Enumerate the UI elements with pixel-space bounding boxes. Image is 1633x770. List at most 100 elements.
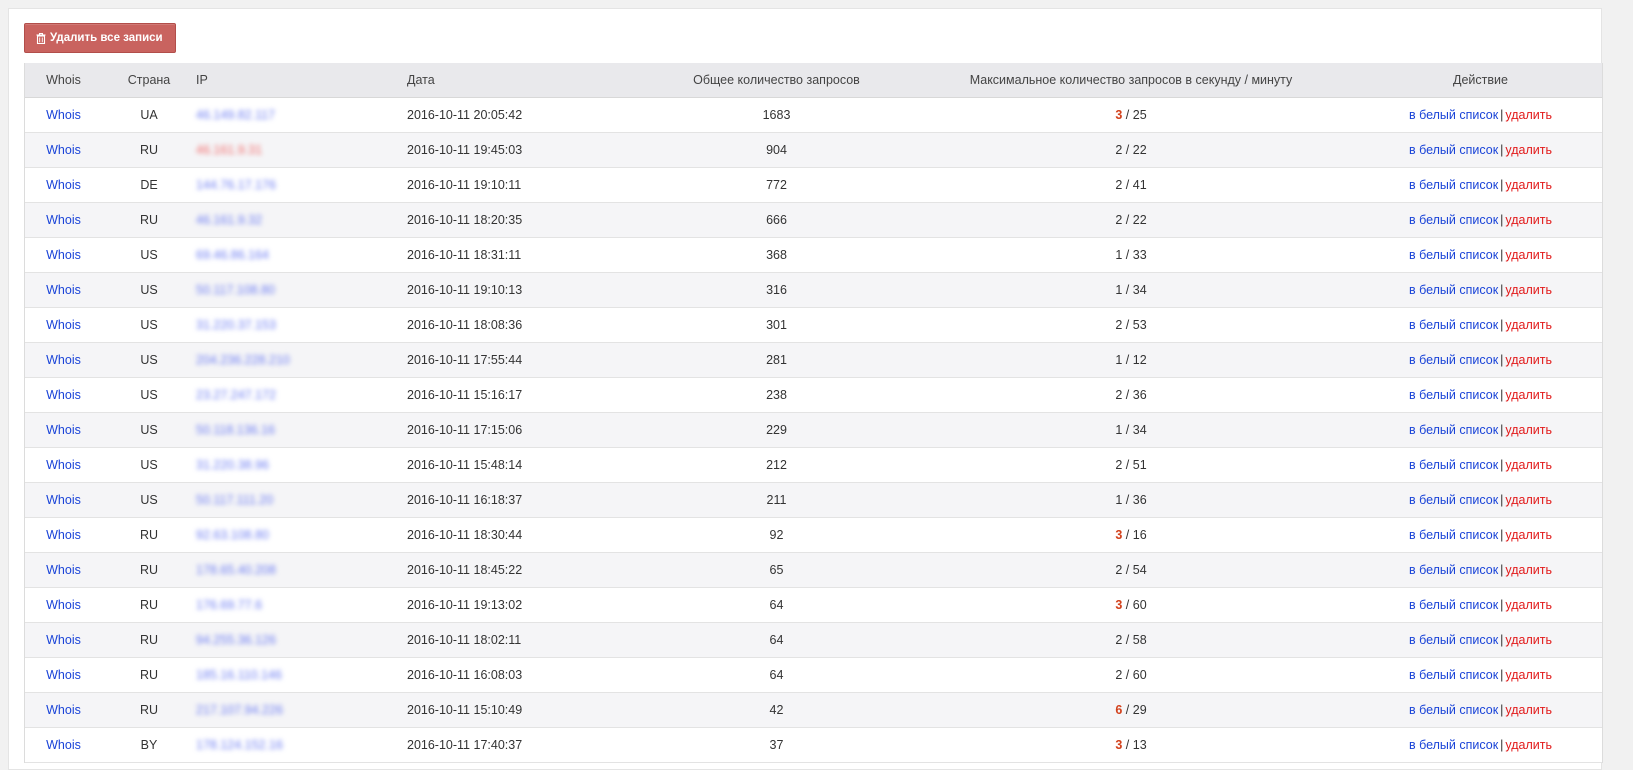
whitelist-link[interactable]: в белый список (1409, 353, 1498, 367)
table-row: Whois RU 92.63.108.80 2016-10-11 18:30:44 92… (25, 517, 1602, 553)
whois-link[interactable]: Whois (46, 493, 81, 507)
delete-link[interactable]: удалить (1505, 318, 1552, 332)
ip-link[interactable]: 94.255.36.126 (196, 633, 276, 647)
per-minute-value: 25 (1132, 107, 1147, 122)
whois-link[interactable]: Whois (46, 318, 81, 332)
action-cell: в белый список | удалить (1359, 552, 1602, 588)
whois-link[interactable]: Whois (46, 458, 81, 472)
whitelist-link[interactable]: в белый список (1409, 563, 1498, 577)
whitelist-link[interactable]: в белый список (1409, 493, 1498, 507)
country-cell: RU (102, 202, 196, 238)
whitelist-link[interactable]: в белый список (1409, 703, 1498, 717)
delete-link[interactable]: удалить (1505, 353, 1552, 367)
delete-link[interactable]: удалить (1505, 633, 1552, 647)
whitelist-link[interactable]: в белый список (1409, 178, 1498, 192)
delete-link[interactable]: удалить (1505, 668, 1552, 682)
action-cell: в белый список | удалить (1359, 727, 1602, 763)
delete-link[interactable]: удалить (1505, 493, 1552, 507)
ip-link[interactable]: 50.117.111.20 (196, 493, 273, 507)
whois-link[interactable]: Whois (46, 213, 81, 227)
ip-link[interactable]: 217.107.94.226 (196, 703, 283, 717)
delete-link[interactable]: удалить (1505, 598, 1552, 612)
whois-link[interactable]: Whois (46, 143, 81, 157)
whois-link[interactable]: Whois (46, 283, 81, 297)
whitelist-link[interactable]: в белый список (1409, 388, 1498, 402)
whois-cell: Whois (25, 377, 102, 413)
whois-link[interactable]: Whois (46, 598, 81, 612)
max-separator: / (1125, 457, 1130, 472)
whitelist-link[interactable]: в белый список (1409, 143, 1498, 157)
max-separator: / (1125, 422, 1130, 437)
delete-link[interactable]: удалить (1505, 703, 1552, 717)
ip-link[interactable]: 69.46.86.164 (196, 248, 269, 262)
date-cell: 2016-10-11 17:15:06 (407, 412, 650, 448)
delete-link[interactable]: удалить (1505, 738, 1552, 752)
whois-link[interactable]: Whois (46, 108, 81, 122)
whitelist-link[interactable]: в белый список (1409, 458, 1498, 472)
whitelist-link[interactable]: в белый список (1409, 213, 1498, 227)
whitelist-link[interactable]: в белый список (1409, 318, 1498, 332)
ip-link[interactable]: 185.16.110.146 (196, 668, 282, 682)
whois-link[interactable]: Whois (46, 423, 81, 437)
ip-link[interactable]: 23.27.247.172 (196, 388, 276, 402)
ip-link[interactable]: 50.118.136.16 (196, 423, 275, 437)
whitelist-link[interactable]: в белый список (1409, 633, 1498, 647)
ip-link[interactable]: 46.161.9.31 (196, 143, 262, 157)
whitelist-link[interactable]: в белый список (1409, 598, 1498, 612)
delete-link[interactable]: удалить (1505, 458, 1552, 472)
whois-link[interactable]: Whois (46, 668, 81, 682)
ip-link[interactable]: 31.220.37.153 (196, 318, 276, 332)
whitelist-link[interactable]: в белый список (1409, 108, 1498, 122)
delete-link[interactable]: удалить (1505, 178, 1552, 192)
ip-link[interactable]: 46.161.9.32 (196, 213, 262, 227)
action-cell: в белый список | удалить (1359, 342, 1602, 378)
table-row: Whois RU 185.16.110.146 2016-10-11 16:08:03… (25, 657, 1602, 693)
ip-link[interactable]: 46.149.82.117 (196, 108, 275, 122)
delete-link[interactable]: удалить (1505, 563, 1552, 577)
whitelist-link[interactable]: в белый список (1409, 528, 1498, 542)
date-cell: 2016-10-11 17:55:44 (407, 342, 650, 378)
header-country: Страна (102, 63, 196, 98)
whois-cell: Whois (25, 552, 102, 588)
whitelist-link[interactable]: в белый список (1409, 283, 1498, 297)
whois-link[interactable]: Whois (46, 248, 81, 262)
delete-link[interactable]: удалить (1505, 283, 1552, 297)
delete-link[interactable]: удалить (1505, 143, 1552, 157)
per-second-value: 3 (1115, 527, 1123, 542)
max-requests-cell: 6 / 29 (903, 692, 1359, 728)
whois-link[interactable]: Whois (46, 563, 81, 577)
whois-cell: Whois (25, 307, 102, 343)
total-requests-cell: 281 (650, 342, 903, 378)
delete-link[interactable]: удалить (1505, 108, 1552, 122)
ip-link[interactable]: 176.69.77.6 (196, 598, 262, 612)
whitelist-link[interactable]: в белый список (1409, 668, 1498, 682)
per-second-value: 2 (1115, 142, 1123, 157)
whois-link[interactable]: Whois (46, 353, 81, 367)
ip-link[interactable]: 204.236.228.210 (196, 353, 290, 367)
delete-link[interactable]: удалить (1505, 248, 1552, 262)
delete-all-button[interactable]: Удалить все записи (24, 23, 176, 53)
whois-link[interactable]: Whois (46, 528, 81, 542)
whitelist-link[interactable]: в белый список (1409, 248, 1498, 262)
ip-link[interactable]: 144.76.17.176 (196, 178, 276, 192)
per-minute-value: 36 (1132, 387, 1147, 402)
delete-link[interactable]: удалить (1505, 423, 1552, 437)
whois-link[interactable]: Whois (46, 633, 81, 647)
per-second-value: 2 (1115, 387, 1123, 402)
ip-link[interactable]: 50.117.108.80 (196, 283, 275, 297)
delete-link[interactable]: удалить (1505, 528, 1552, 542)
ip-link[interactable]: 31.220.38.96 (196, 458, 269, 472)
ip-link[interactable]: 178.124.152.16 (196, 738, 283, 752)
delete-link[interactable]: удалить (1505, 213, 1552, 227)
action-cell: в белый список | удалить (1359, 482, 1602, 518)
whitelist-link[interactable]: в белый список (1409, 738, 1498, 752)
whois-link[interactable]: Whois (46, 703, 81, 717)
whois-link[interactable]: Whois (46, 178, 81, 192)
ip-link[interactable]: 178.65.40.208 (196, 563, 276, 577)
country-cell: UA (102, 97, 196, 133)
whois-link[interactable]: Whois (46, 388, 81, 402)
whitelist-link[interactable]: в белый список (1409, 423, 1498, 437)
whois-link[interactable]: Whois (46, 738, 81, 752)
delete-link[interactable]: удалить (1505, 388, 1552, 402)
ip-link[interactable]: 92.63.108.80 (196, 528, 269, 542)
